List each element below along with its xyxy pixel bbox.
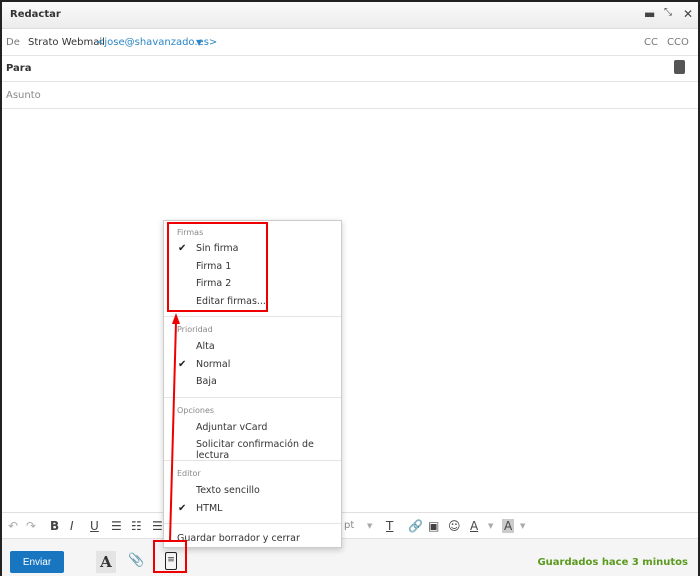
arrow-line	[169, 321, 177, 542]
arrow-head	[172, 313, 180, 324]
annotation-arrow	[169, 313, 180, 542]
